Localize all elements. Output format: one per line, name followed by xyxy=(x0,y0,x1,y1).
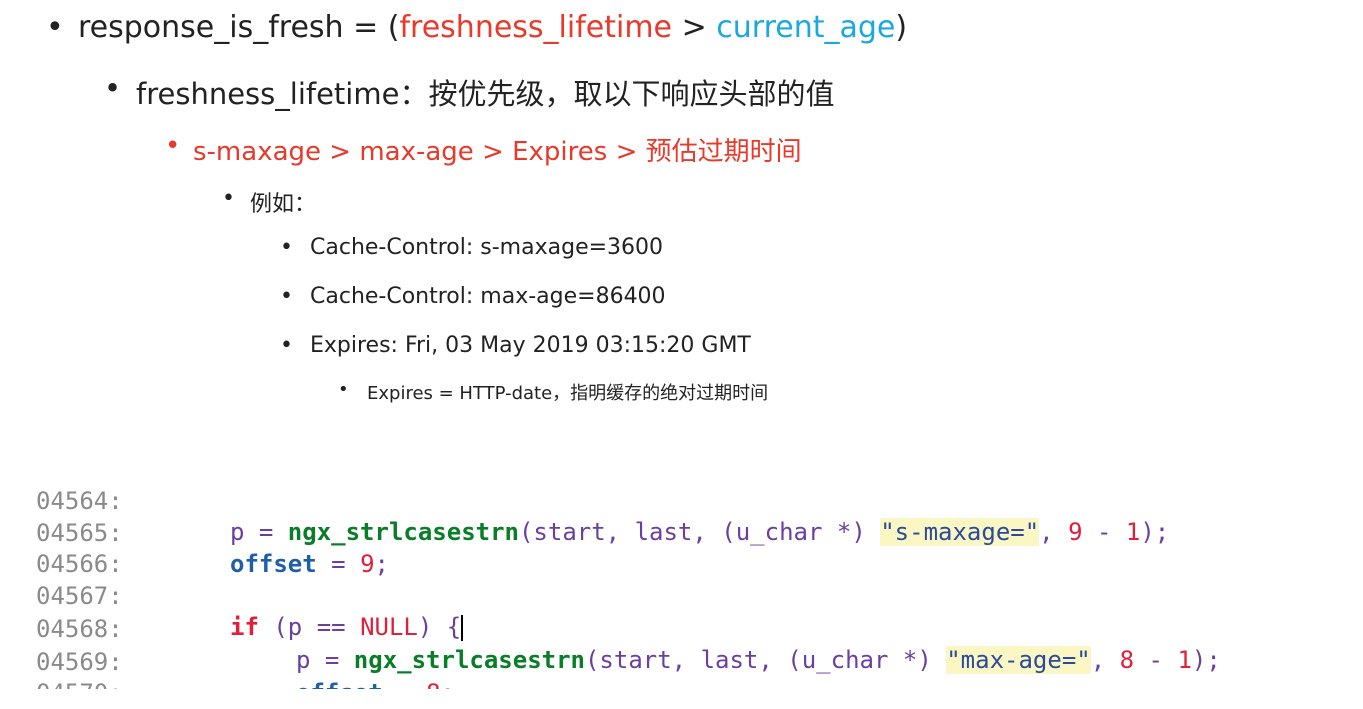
function-name: ngx_strlcasestrn xyxy=(287,518,519,546)
bullet-icon: • xyxy=(280,284,293,309)
expires-note: Expires = HTTP-date，指明缓存的绝对过期时间 xyxy=(367,383,769,404)
bullet-icon: • xyxy=(46,10,64,45)
formula-prefix: response_is_fresh = ( xyxy=(78,10,400,45)
formula-operator: > xyxy=(672,10,717,45)
example-heading: 例如： xyxy=(250,192,317,217)
bullet-icon: • xyxy=(280,235,293,260)
formula-current-age: current_age xyxy=(716,10,896,45)
code-content: p = ngx_strlcasestrn(start, last, (u_cha… xyxy=(230,518,1170,546)
code-line: 04570: } xyxy=(36,647,123,689)
line-number: 04570: xyxy=(36,678,123,689)
freshness-lifetime-line: freshness_lifetime：按优先级，取以下响应头部的值 xyxy=(136,77,835,111)
code-line: 04565: offset = 9; xyxy=(36,487,389,578)
example-expires: Expires: Fri, 03 May 2019 03:15:20 GMT xyxy=(310,333,751,358)
code-line: 04567: if (p == NULL) { xyxy=(36,550,464,641)
bullet-icon: • xyxy=(165,131,181,161)
example-max-age: Cache-Control: max-age=86400 xyxy=(310,284,666,309)
formula-line: response_is_fresh = (freshness_lifetime … xyxy=(78,10,907,45)
code-content: if (p == NULL) { xyxy=(230,613,464,641)
bullet-icon: • xyxy=(222,186,235,211)
code-line: 04566: xyxy=(36,518,123,578)
bullet-icon: • xyxy=(338,379,349,400)
code-content: offset = 9; xyxy=(230,550,389,578)
text-cursor xyxy=(461,615,464,641)
code-line: 04568: p = ngx_strlcasestrn(start, last,… xyxy=(36,583,1221,674)
bullet-icon: • xyxy=(104,71,122,105)
code-block: 04564: p = ngx_strlcasestrn(start, last,… xyxy=(36,440,1356,689)
formula-freshness-lifetime: freshness_lifetime xyxy=(399,10,673,45)
code-line: 04564: p = ngx_strlcasestrn(start, last,… xyxy=(36,455,1169,546)
string-literal: "s-maxage=" xyxy=(880,518,1040,546)
string-literal: "max-age=" xyxy=(946,646,1091,674)
code-content: p = ngx_strlcasestrn(start, last, (u_cha… xyxy=(296,646,1221,674)
formula-suffix: ) xyxy=(895,10,908,45)
function-name: ngx_strlcasestrn xyxy=(353,646,585,674)
priority-line: s-maxage > max-age > Expires > 预估过期时间 xyxy=(193,137,802,167)
code-line: 04569: offset = 8; xyxy=(36,616,455,689)
code-content: offset = 8; xyxy=(296,678,455,689)
example-s-maxage: Cache-Control: s-maxage=3600 xyxy=(310,235,664,260)
bullet-icon: • xyxy=(280,333,293,358)
